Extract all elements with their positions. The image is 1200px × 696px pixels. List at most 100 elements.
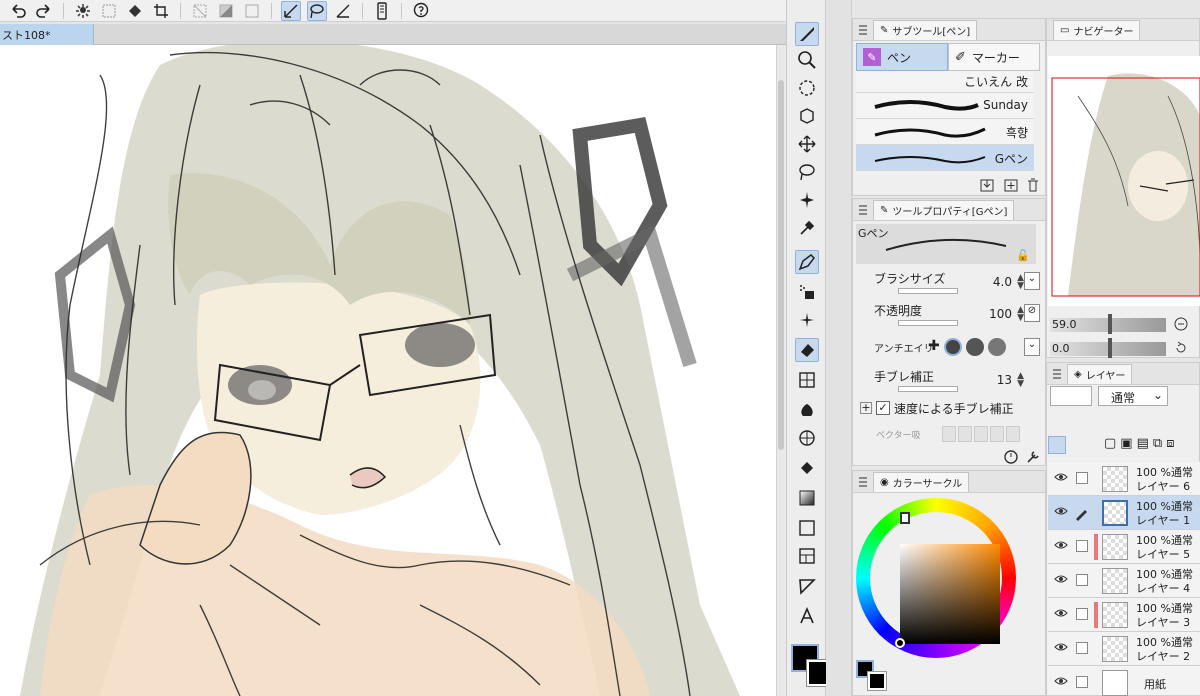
gradient-icon[interactable] (795, 486, 819, 510)
layer-row-paper[interactable]: 用紙 (1048, 666, 1200, 696)
airbrush-icon[interactable] (795, 280, 819, 304)
brush-item-active[interactable]: Gペン (856, 145, 1034, 171)
pen-tool-icon[interactable] (795, 250, 819, 274)
lasso-icon[interactable] (307, 0, 327, 21)
opacity-row[interactable]: 不透明度 100 ▲ ▼ ⊘ (858, 302, 1040, 328)
saturation-value-square[interactable] (900, 544, 1000, 644)
scrollbar-thumb[interactable] (778, 80, 784, 450)
new-folder-icon[interactable]: ▤ (1137, 436, 1149, 451)
move-icon[interactable] (795, 132, 819, 156)
panel-collapse-strip[interactable] (826, 0, 852, 696)
eraser-icon[interactable] (795, 338, 819, 362)
brush-size-slider[interactable] (898, 288, 958, 294)
object-icon[interactable] (795, 104, 819, 128)
opacity-stepper[interactable]: ▲ ▼ (1017, 306, 1024, 323)
balloon-icon[interactable] (795, 574, 819, 598)
vector-option[interactable] (958, 426, 972, 442)
frame-icon[interactable] (795, 516, 819, 540)
hue-marker[interactable] (900, 512, 910, 524)
antialias-strong-icon[interactable] (987, 338, 1006, 356)
zoom-out-icon[interactable] (1172, 315, 1190, 333)
help-icon[interactable] (411, 1, 431, 21)
tab-pen[interactable]: ✎ ペン (856, 43, 948, 71)
speed-stabilization-row[interactable]: + ✓ 速度による手ブレ補正 (858, 400, 1036, 426)
color-marker[interactable] (895, 638, 905, 648)
layer-row[interactable]: 100 %通常 レイヤー 4 (1048, 564, 1200, 598)
rotation-slider-thumb[interactable] (1108, 338, 1112, 358)
speed-stabilization-checkbox[interactable]: ✓ (876, 401, 890, 415)
brush-item[interactable]: こいえん 改 (856, 71, 1034, 93)
stabilization-slider[interactable] (898, 386, 958, 392)
fill-icon[interactable] (125, 1, 145, 21)
eye-icon[interactable] (1054, 676, 1068, 686)
eye-icon[interactable] (1054, 472, 1068, 482)
brush-size-stepper[interactable]: ▲ ▼ (1017, 274, 1024, 291)
pressure-icon[interactable]: ⌄ (1024, 272, 1040, 290)
layer-row[interactable]: 100 %通常 レイヤー 2 (1048, 632, 1200, 666)
vector-option[interactable] (990, 426, 1004, 442)
eye-icon[interactable] (1054, 642, 1068, 652)
antialias-dropdown-icon[interactable]: ⌄ (1024, 338, 1040, 356)
document-tab[interactable]: スト108* (0, 24, 94, 45)
new-raster-layer-icon[interactable]: ▢ (1104, 436, 1116, 451)
color-wheel-tab[interactable]: ◉ カラーサークル (873, 471, 970, 492)
layer-row-active[interactable]: 100 %通常 レイヤー 1 (1048, 496, 1200, 530)
rotate-icon[interactable] (795, 76, 819, 100)
lock-checkbox[interactable] (1076, 472, 1088, 484)
navigator-preview[interactable] (1048, 56, 1200, 306)
ruler-icon[interactable] (333, 1, 353, 21)
brush-size-row[interactable]: ブラシサイズ 4.0 ▲ ▼ ⌄ (858, 270, 1040, 296)
grid-icon[interactable] (242, 1, 262, 21)
duplicate-layer-icon[interactable]: ⧈ (1166, 436, 1174, 451)
invert-icon[interactable] (216, 1, 236, 21)
settings-icon[interactable] (1024, 448, 1042, 466)
subtool-tab[interactable]: ✎ サブツール[ペン] (873, 19, 978, 40)
add-subtool-icon[interactable] (1002, 176, 1020, 194)
eyedropper-icon[interactable] (795, 216, 819, 240)
opacity-option-icon[interactable]: ⊘ (1024, 304, 1040, 322)
crop-icon[interactable] (151, 1, 171, 21)
blend-mode-select[interactable]: 通常 ⌄ (1098, 386, 1168, 406)
vector-option[interactable] (942, 426, 956, 442)
vector-option[interactable] (974, 426, 988, 442)
opacity-slider[interactable] (898, 320, 958, 326)
delete-icon[interactable] (1024, 176, 1042, 194)
lock-icon[interactable]: 🔓 (1016, 249, 1030, 262)
lasso-icon[interactable] (795, 160, 819, 184)
layer-row[interactable]: 100 %通常 レイヤー 5 (1048, 530, 1200, 564)
panel-icon[interactable] (795, 544, 819, 568)
import-icon[interactable] (978, 176, 996, 194)
copy-layer-icon[interactable]: ⧉ (1153, 436, 1162, 451)
tool-property-tab[interactable]: ✎ ツールプロパティ[Gペン] (873, 199, 1015, 220)
undo-icon[interactable] (8, 1, 28, 21)
stabilization-stepper[interactable]: ▲ ▼ (1017, 372, 1024, 389)
panel-sub-color-swatch[interactable] (867, 671, 887, 691)
phone-icon[interactable] (372, 1, 392, 21)
new-vector-layer-icon[interactable]: ▣ (1120, 436, 1132, 451)
figure-icon[interactable] (795, 426, 819, 450)
zoom-slider-thumb[interactable] (1108, 314, 1112, 334)
tab-marker[interactable]: ✐ マーカー (948, 43, 1040, 71)
vector-option[interactable] (1006, 426, 1020, 442)
text-icon[interactable] (795, 604, 819, 628)
pen-selection-icon[interactable] (281, 0, 301, 21)
vector-options[interactable] (942, 426, 1020, 442)
antialias-options[interactable]: ✚ (928, 338, 1006, 356)
fill-bucket-icon[interactable] (795, 456, 819, 480)
deselect-icon[interactable] (190, 1, 210, 21)
lock-checkbox[interactable] (1076, 642, 1088, 654)
zoom-icon[interactable] (795, 48, 819, 72)
dial-icon[interactable] (1002, 448, 1020, 466)
layer-color-select[interactable] (1050, 386, 1092, 406)
antialias-none-icon[interactable]: ✚ (928, 338, 940, 356)
expand-icon[interactable]: + (860, 402, 872, 414)
eye-icon[interactable] (1054, 506, 1068, 516)
antialias-row[interactable]: アンチエイリ ✚ ⌄ (858, 336, 1040, 362)
stabilization-row[interactable]: 手ブレ補正 13 ▲ ▼ (858, 368, 1036, 394)
layer-panel-mode-icon[interactable] (1048, 436, 1066, 454)
brush-item[interactable]: 흑향 (856, 119, 1034, 145)
layer-tab[interactable]: ◈ レイヤー (1067, 363, 1133, 384)
shape-icon[interactable] (795, 368, 819, 392)
eye-icon[interactable] (1054, 608, 1068, 618)
navigator-tab[interactable]: ▭ ナビゲーター (1053, 19, 1141, 40)
